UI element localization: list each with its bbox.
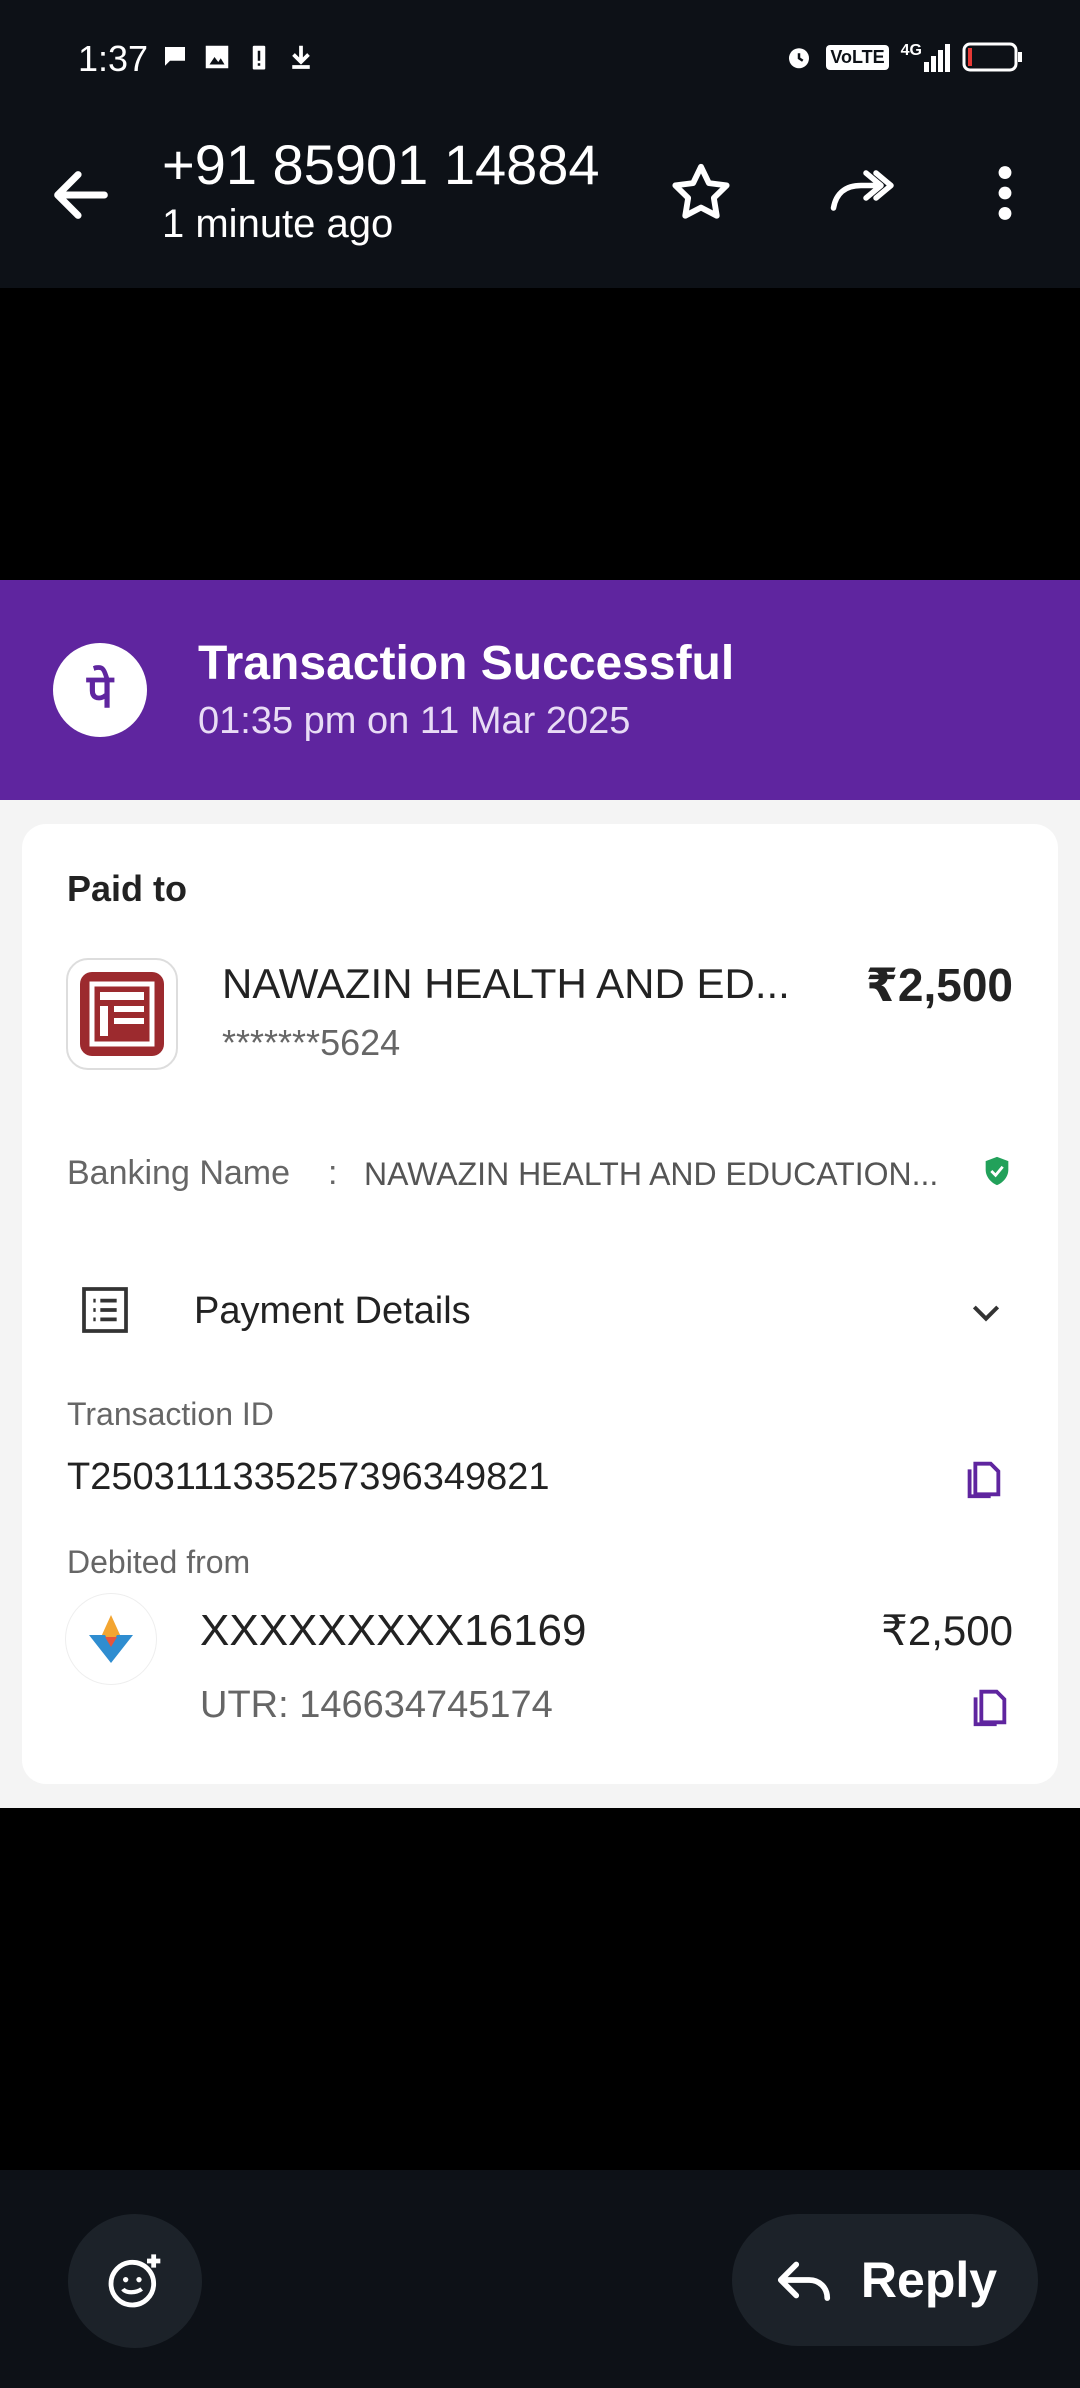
utr-number: UTR: 146634745174	[200, 1684, 553, 1726]
reply-label: Reply	[860, 2252, 998, 2308]
status-icons-right: VoLTE 4G	[784, 42, 1024, 72]
volte-icon: VoLTE	[826, 44, 889, 70]
more-vert-icon[interactable]	[970, 158, 1040, 228]
phonepe-logo: पे	[53, 643, 147, 737]
banking-name-label: Banking Name	[67, 1154, 291, 1192]
add-reaction-button[interactable]	[68, 2214, 202, 2348]
merchant-logo	[66, 958, 178, 1070]
conversation-header: +91 85901 14884 1 minute ago	[0, 120, 1080, 288]
add-reaction-icon	[108, 2254, 161, 2308]
forward-icon[interactable]	[826, 158, 896, 228]
payment-receipt-image[interactable]: पे Transaction Successful 01:35 pm on 11…	[0, 580, 1080, 1808]
banking-name-colon: :	[328, 1154, 338, 1192]
status-icons-left	[160, 42, 316, 72]
signal-4g-icon: 4G	[901, 42, 950, 72]
star-icon[interactable]	[666, 158, 736, 228]
bank-logo	[66, 1594, 156, 1684]
phonepe-logo-glyph: पे	[86, 664, 114, 718]
status-time: 1:37	[78, 38, 149, 79]
download-icon	[292, 45, 310, 69]
message-time: 1 minute ago	[162, 202, 394, 246]
debit-amount: ₹2,500	[881, 1607, 1013, 1654]
image-alert-icon	[205, 45, 229, 69]
merchant-account: *******5624	[222, 1022, 401, 1063]
transaction-id-label: Transaction ID	[67, 1396, 274, 1432]
chat-bubble-icon	[165, 47, 185, 66]
battery-alert-icon	[252, 45, 266, 70]
receipt-list-icon	[82, 1287, 128, 1333]
bank-logo-icon	[89, 1615, 133, 1663]
transaction-status: Transaction Successful	[198, 637, 735, 690]
receipt-card: Paid to NAWAZIN HEALTH AND ED... *******…	[22, 824, 1058, 1784]
merchant-logo-icon	[80, 972, 164, 1056]
banking-name-value: NAWAZIN HEALTH AND EDUCATION...	[364, 1156, 939, 1192]
chevron-down-icon	[972, 1305, 1000, 1322]
network-type-label: 4G	[900, 42, 922, 59]
transaction-banner: पे Transaction Successful 01:35 pm on 11…	[0, 580, 1080, 800]
debit-account-number: XXXXXXXXX16169	[200, 1606, 587, 1655]
paid-to-label: Paid to	[67, 868, 188, 909]
verified-shield-icon	[985, 1156, 1009, 1186]
paid-amount: ₹2,500	[865, 959, 1013, 1011]
payment-details-toggle[interactable]: Payment Details	[22, 1264, 1058, 1356]
bottom-action-bar: Reply	[0, 2170, 1080, 2388]
reply-icon	[777, 2261, 830, 2301]
status-bar: 1:37 VoLTE 4G	[0, 0, 1080, 120]
payment-details-label: Payment Details	[194, 1290, 471, 1332]
transaction-id-value: T2503111335257396349821	[67, 1456, 550, 1498]
transaction-datetime: 01:35 pm on 11 Mar 2025	[198, 700, 631, 742]
back-arrow-icon[interactable]	[46, 160, 116, 230]
merchant-name: NAWAZIN HEALTH AND ED...	[222, 960, 790, 1007]
reply-button[interactable]: Reply	[732, 2214, 1038, 2346]
debited-from-label: Debited from	[67, 1544, 251, 1580]
copy-icon[interactable]	[960, 1456, 1006, 1502]
battery-icon	[962, 42, 1022, 72]
image-background-top	[0, 288, 1080, 580]
alarm-icon	[789, 48, 810, 69]
image-background-bottom	[0, 1808, 1080, 2170]
copy-icon[interactable]	[966, 1684, 1012, 1730]
sender-number: +91 85901 14884	[162, 133, 600, 196]
